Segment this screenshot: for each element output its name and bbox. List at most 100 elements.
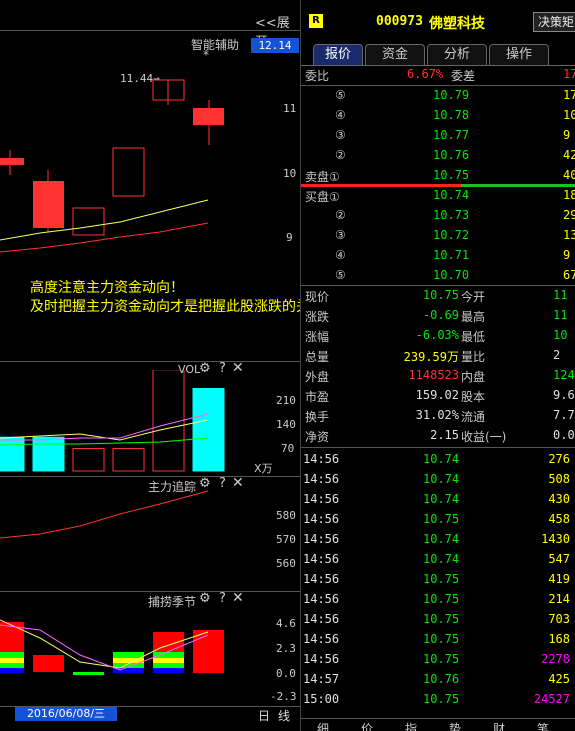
stat-value: 2 xyxy=(553,348,561,362)
buy-price: 10.71 xyxy=(433,248,470,262)
tab-analysis[interactable]: 分析 xyxy=(427,44,487,65)
notice-line-1: 高度注意主力资金动向！ xyxy=(30,280,184,296)
tick-row: 14:56 10.74 430 xyxy=(301,490,575,510)
season-chart xyxy=(0,619,224,675)
buy-level-label: ③ xyxy=(335,228,346,242)
weicha-value: 17 xyxy=(563,67,575,81)
stat-value: 31.02% xyxy=(415,408,459,422)
stat-label: 净资 xyxy=(305,430,330,444)
tick-price: 10.74 xyxy=(423,492,460,506)
sell-row: ④ 10.78 10 xyxy=(301,106,575,126)
sell-volume: 17 xyxy=(563,88,575,102)
stat-value: 9.67 xyxy=(553,388,575,402)
bottom-tab[interactable]: 指 xyxy=(405,720,417,731)
bottom-tab[interactable]: 笔 xyxy=(537,720,549,731)
zhuli-tick: 580 xyxy=(276,509,296,522)
tab-operate[interactable]: 操作 xyxy=(489,44,549,65)
zhuli-chart xyxy=(0,490,209,539)
sell-volume: 9 xyxy=(563,128,571,142)
tick-price: 10.74 xyxy=(423,472,460,486)
tick-time: 14:56 xyxy=(303,552,340,566)
buy-level-label: ② xyxy=(335,208,346,222)
season-bar xyxy=(73,672,104,675)
sell-volume: 40 xyxy=(563,168,575,182)
buy-volume: 29 xyxy=(563,208,575,222)
vol-ma-line xyxy=(0,437,209,446)
bottom-tab[interactable]: 势 xyxy=(449,720,461,731)
buy-row: ③ 10.72 13 xyxy=(301,226,575,246)
stat-value: 159.02 xyxy=(415,388,459,402)
volume-bar xyxy=(32,436,65,472)
tick-volume: 458 xyxy=(548,512,570,526)
tick-time: 14:56 xyxy=(303,572,340,586)
sell-level-label: ③ xyxy=(335,128,346,142)
tick-volume: 24527 xyxy=(533,692,570,706)
sell-row: 卖盘① 10.75 40 xyxy=(301,166,575,186)
tick-price: 10.75 xyxy=(423,612,460,626)
bottom-tab[interactable]: 价 xyxy=(361,720,373,731)
tick-volume: 276 xyxy=(548,452,570,466)
vol-tick: 140 xyxy=(276,418,296,431)
period-day[interactable]: 日 xyxy=(258,707,270,724)
tab-quote[interactable]: 报价 xyxy=(313,44,363,65)
indicator-title: 智能辅助 xyxy=(191,38,240,52)
zhuli-tick: 570 xyxy=(276,533,296,546)
tick-volume: 168 xyxy=(548,632,570,646)
tick-time: 14:56 xyxy=(303,592,340,606)
tick-volume: 419 xyxy=(548,572,570,586)
tick-row: 14:56 10.75 168 xyxy=(301,630,575,650)
sell-price: 10.76 xyxy=(433,148,470,162)
stat-label: 现价 xyxy=(305,290,330,304)
stat-label: 换手 xyxy=(305,410,330,424)
buy-price: 10.74 xyxy=(433,188,470,202)
chart-header: <<展开 xyxy=(0,8,300,50)
stat-row: 总量 239.59万 量比 2 xyxy=(301,346,575,366)
tick-time: 14:56 xyxy=(303,472,340,486)
stock-name: 佛塑科技 xyxy=(429,16,485,32)
tick-volume: 703 xyxy=(548,612,570,626)
period-line[interactable]: 线 xyxy=(278,707,290,724)
volume-bar xyxy=(0,436,25,472)
stat-row: 涨幅 -6.03% 最低 10 xyxy=(301,326,575,346)
stat-value: 12473 xyxy=(553,368,575,382)
candle xyxy=(0,158,24,165)
candlestick-chart xyxy=(0,79,224,253)
candle xyxy=(112,147,145,197)
bottom-tab[interactable]: 细 xyxy=(317,720,329,731)
tick-volume: 425 xyxy=(548,672,570,686)
stat-label: 股本 xyxy=(461,390,486,404)
buy-volume: 13 xyxy=(563,228,575,242)
tick-volume: 2278 xyxy=(541,652,570,666)
stock-code: 000973 xyxy=(376,14,423,29)
tick-time: 14:56 xyxy=(303,512,340,526)
tick-row: 14:56 10.75 458 xyxy=(301,510,575,530)
vol-ma-line xyxy=(0,419,209,441)
stat-row: 换手 31.02%流通 7.72 xyxy=(301,406,575,426)
season-bar xyxy=(0,663,24,668)
tick-price: 10.74 xyxy=(423,452,460,466)
season-bar xyxy=(113,652,144,658)
stat-label: 总量 xyxy=(305,350,330,364)
weicha-label: 委差 xyxy=(451,69,476,83)
stat-value: 2.15 xyxy=(430,428,459,442)
zhuli-tick: 560 xyxy=(276,557,296,570)
decision-button[interactable]: 决策矩 xyxy=(533,12,575,32)
tick-volume: 1430 xyxy=(541,532,570,546)
sell-volume: 42 xyxy=(563,148,575,162)
stat-value: 7.72 xyxy=(553,408,575,422)
tab-fund[interactable]: 资金 xyxy=(365,44,425,65)
stat-label: 外盘 xyxy=(305,370,330,384)
season-tick: 2.3 xyxy=(276,642,296,655)
volume-chart xyxy=(0,370,225,472)
tick-price: 10.76 xyxy=(423,672,460,686)
tick-time: 15:00 xyxy=(303,692,340,706)
stat-label: 最高 xyxy=(461,310,486,324)
stat-label: 量比 xyxy=(461,350,486,364)
candle xyxy=(33,181,64,228)
tick-row: 14:56 10.75 703 xyxy=(301,610,575,630)
bottom-tab[interactable]: 财 xyxy=(493,720,505,731)
buy-volume: 9 xyxy=(563,248,571,262)
stat-label: 最低 xyxy=(461,330,486,344)
tick-volume: 214 xyxy=(548,592,570,606)
date-label: 2016/06/08/三 xyxy=(15,707,117,721)
